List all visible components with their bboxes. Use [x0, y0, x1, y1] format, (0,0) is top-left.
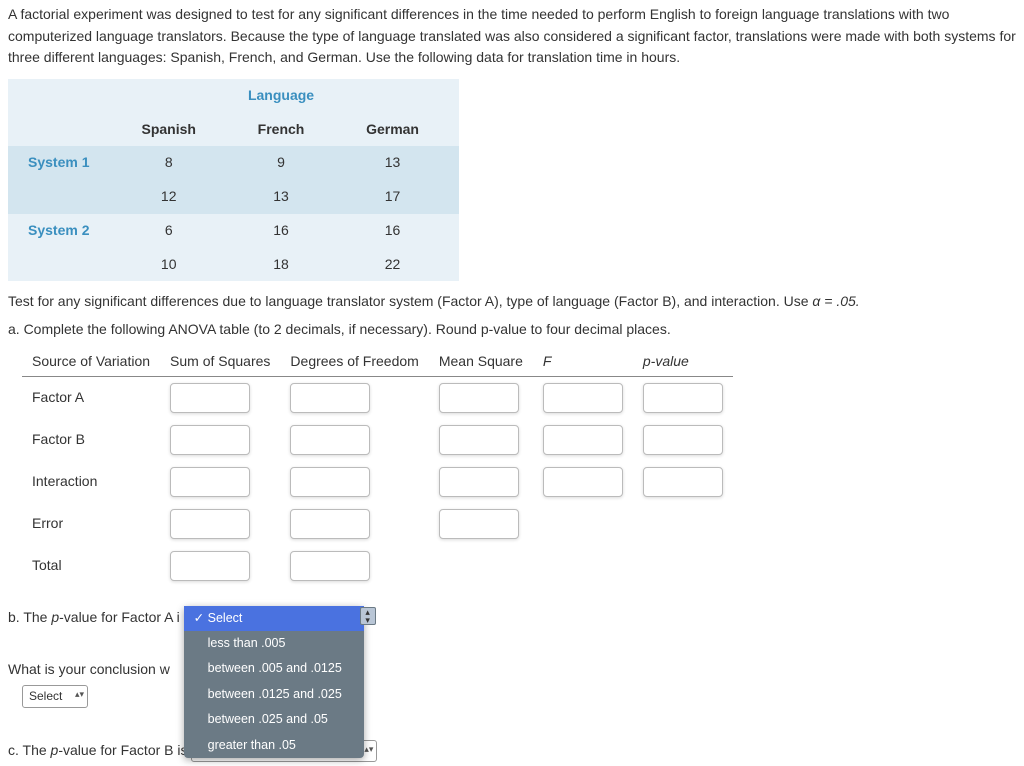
data-cell: 16 [236, 214, 354, 248]
anova-row-label: Factor A [22, 377, 160, 420]
anova-row-label: Interaction [22, 461, 160, 503]
dropdown-option[interactable]: less than .005 [184, 631, 364, 656]
total-df-input[interactable] [290, 551, 370, 581]
dropdown-option-select[interactable]: ✓Select [184, 606, 364, 631]
interaction-p-input[interactable] [643, 467, 723, 497]
select-stepper-icon[interactable]: ▴▾ [360, 607, 376, 625]
part-b-line: b. The p-value for Factor A i ▴▾ ✓Select… [8, 607, 1016, 629]
interaction-f-input[interactable] [543, 467, 623, 497]
row-blank [8, 248, 129, 282]
factor-b-f-input[interactable] [543, 425, 623, 455]
row-system1: System 1 [8, 146, 129, 180]
data-cell: 8 [129, 146, 235, 180]
factor-b-ss-input[interactable] [170, 425, 250, 455]
col-spanish: Spanish [129, 113, 235, 147]
factor-a-f-input[interactable] [543, 383, 623, 413]
factor-a-pvalue-select[interactable]: ▴▾ ✓Select less than .005 between .005 a… [184, 606, 364, 758]
data-cell: 16 [354, 214, 459, 248]
factor-a-ss-input[interactable] [170, 383, 250, 413]
data-cell: 22 [354, 248, 459, 282]
test-instruction: Test for any significant differences due… [8, 291, 1016, 313]
factor-a-p-input[interactable] [643, 383, 723, 413]
anova-row-label: Total [22, 545, 160, 587]
data-cell: 18 [236, 248, 354, 282]
part-c-line: c. The p-value for Factor B is Select▴▾ [8, 740, 1016, 763]
factor-a-ms-input[interactable] [439, 383, 519, 413]
anova-header-source: Source of Variation [22, 347, 160, 377]
interaction-df-input[interactable] [290, 467, 370, 497]
row-system2: System 2 [8, 214, 129, 248]
alpha-value: α = .05. [812, 293, 859, 309]
interaction-ss-input[interactable] [170, 467, 250, 497]
data-table: Language Spanish French German System 1 … [8, 79, 459, 281]
conclusion-question: What is your conclusion w [8, 659, 1016, 681]
conclusion-select[interactable]: Select▴▾ [22, 685, 88, 708]
dropdown-option[interactable]: greater than .05 [184, 733, 364, 758]
data-cell: 13 [236, 180, 354, 214]
check-icon: ✓ [194, 609, 208, 628]
error-ms-input[interactable] [439, 509, 519, 539]
anova-table: Source of Variation Sum of Squares Degre… [22, 347, 733, 588]
row-blank [8, 180, 129, 214]
anova-header-ms: Mean Square [429, 347, 533, 377]
anova-row-label: Error [22, 503, 160, 545]
anova-row-label: Factor B [22, 419, 160, 461]
factor-b-df-input[interactable] [290, 425, 370, 455]
data-cell: 9 [236, 146, 354, 180]
part-a-prompt: a. Complete the following ANOVA table (t… [8, 319, 1016, 341]
chevron-updown-icon: ▴▾ [75, 688, 84, 702]
anova-header-p: p-value [633, 347, 733, 377]
error-ss-input[interactable] [170, 509, 250, 539]
factor-b-p-input[interactable] [643, 425, 723, 455]
data-cell: 12 [129, 180, 235, 214]
anova-header-ss: Sum of Squares [160, 347, 280, 377]
data-cell: 10 [129, 248, 235, 282]
dropdown-option[interactable]: between .005 and .0125 [184, 656, 364, 681]
error-df-input[interactable] [290, 509, 370, 539]
problem-intro: A factorial experiment was designed to t… [8, 4, 1016, 69]
col-german: German [354, 113, 459, 147]
anova-header-f: F [533, 347, 633, 377]
factor-b-ms-input[interactable] [439, 425, 519, 455]
col-french: French [236, 113, 354, 147]
interaction-ms-input[interactable] [439, 467, 519, 497]
factor-a-df-input[interactable] [290, 383, 370, 413]
total-ss-input[interactable] [170, 551, 250, 581]
dropdown-option[interactable]: between .0125 and .025 [184, 682, 364, 707]
data-cell: 13 [354, 146, 459, 180]
data-cell: 6 [129, 214, 235, 248]
data-cell: 17 [354, 180, 459, 214]
chevron-updown-icon: ▴▾ [364, 743, 373, 757]
language-super-header: Language [236, 79, 354, 113]
dropdown-option[interactable]: between .025 and .05 [184, 707, 364, 732]
anova-header-df: Degrees of Freedom [280, 347, 428, 377]
